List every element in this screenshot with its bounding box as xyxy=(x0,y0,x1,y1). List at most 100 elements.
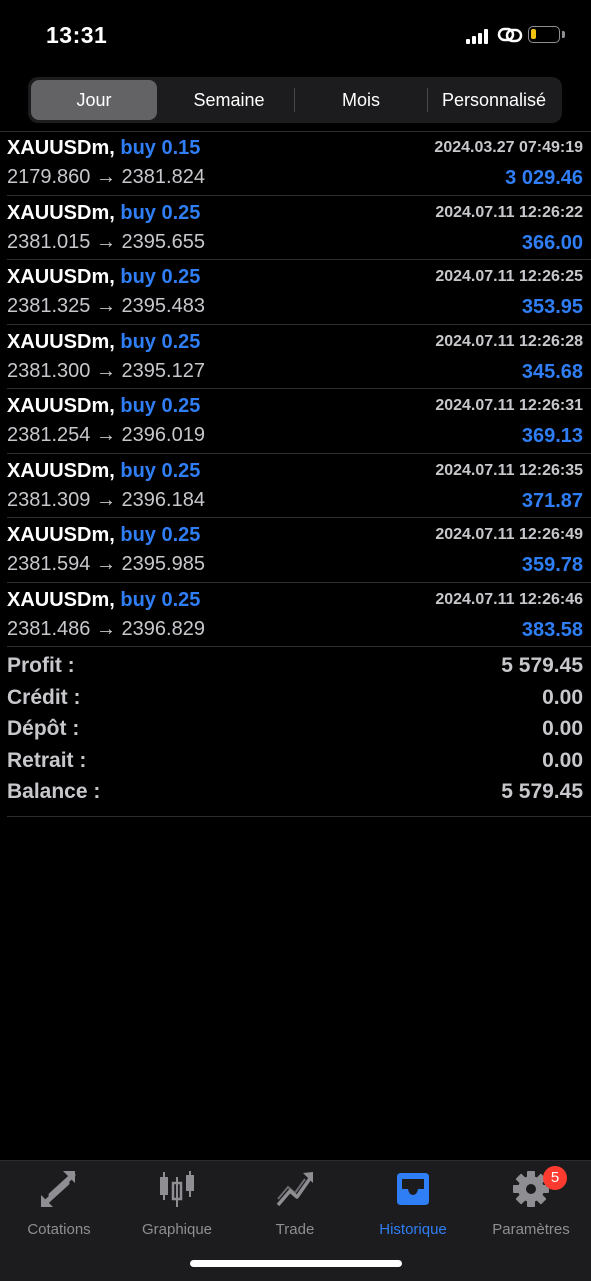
segment-divider xyxy=(427,88,428,112)
trade-prices: 2381.486 → 2396.829 xyxy=(7,617,205,640)
summary-label: Retrait : xyxy=(7,748,87,772)
period-segmented-control: Jour Semaine Mois Personnalisé xyxy=(28,77,562,123)
summary-label: Profit : xyxy=(7,654,75,677)
trade-title: XAUUSDm, buy 0.25 xyxy=(7,460,200,483)
trade-direction: buy xyxy=(120,330,156,353)
summary-value: 0.00 xyxy=(542,717,583,740)
trade-row[interactable]: XAUUSDm, buy 0.25 2381.325 → 2395.483 20… xyxy=(7,260,591,325)
trade-symbol: XAUUSDm, xyxy=(7,137,115,159)
trade-row[interactable]: XAUUSDm, buy 0.25 2381.309 → 2396.184 20… xyxy=(7,454,591,518)
trade-volume: 0.25 xyxy=(161,524,201,546)
tab-label: Historique xyxy=(379,1221,447,1238)
trade-volume: 0.15 xyxy=(161,137,201,159)
trade-symbol: XAUUSDm, xyxy=(7,395,115,417)
trade-profit: 345.68 xyxy=(521,360,583,383)
tab-trade[interactable]: Trade xyxy=(236,1169,354,1239)
link-icon xyxy=(497,27,523,43)
trade-profit: 353.95 xyxy=(521,296,583,318)
trade-history-list: XAUUSDm, buy 0.15 2179.860 → 2381.824 20… xyxy=(0,131,591,647)
trade-row[interactable]: XAUUSDm, buy 0.25 2381.254 → 2396.019 20… xyxy=(7,389,591,454)
trade-title: XAUUSDm, buy 0.25 xyxy=(7,266,200,289)
trade-volume: 0.25 xyxy=(161,459,201,482)
summary-credit: Crédit : 0.00 xyxy=(7,686,583,718)
summary-value: 5 579.45 xyxy=(501,654,583,677)
trade-title: XAUUSDm, buy 0.15 xyxy=(7,137,200,160)
segment-divider xyxy=(294,88,295,112)
summary-label: Dépôt : xyxy=(7,717,80,740)
summary-label: Balance : xyxy=(7,780,101,803)
trade-profit: 366.00 xyxy=(521,231,583,254)
trade-direction: buy xyxy=(120,266,156,288)
summary-divider xyxy=(7,816,591,817)
tab-label: Paramètres xyxy=(492,1221,570,1238)
tab-parametres[interactable]: Paramètres xyxy=(472,1169,590,1239)
trade-prices: 2381.594 → 2395.985 xyxy=(7,553,205,575)
tab-label: Trade xyxy=(275,1221,315,1238)
trade-prices: 2381.300 → 2395.127 xyxy=(7,359,205,382)
trade-symbol: XAUUSDm, xyxy=(7,330,115,353)
trade-direction: buy xyxy=(120,459,156,482)
trade-datetime: 2024.07.11 12:26:49 xyxy=(435,526,583,543)
trade-title: XAUUSDm, buy 0.25 xyxy=(7,589,200,612)
segment-personnalise[interactable]: Personnalisé xyxy=(429,80,559,120)
summary-deposit: Dépôt : 0.00 xyxy=(7,717,583,749)
trade-row[interactable]: XAUUSDm, buy 0.25 2381.594 → 2395.985 20… xyxy=(7,518,591,583)
summary-value: 0.00 xyxy=(542,685,583,709)
battery-icon xyxy=(528,26,560,43)
trade-symbol: XAUUSDm, xyxy=(7,201,115,224)
trade-profit: 369.13 xyxy=(521,425,583,447)
trade-direction: buy xyxy=(120,137,156,159)
status-bar: 13:31 xyxy=(0,0,591,70)
trade-volume: 0.25 xyxy=(161,588,201,611)
trade-row[interactable]: XAUUSDm, buy 0.25 2381.015 → 2395.655 20… xyxy=(7,196,591,260)
notification-badge: 5 xyxy=(543,1166,567,1190)
trade-profit: 383.58 xyxy=(521,618,583,641)
trade-volume: 0.25 xyxy=(161,266,201,288)
trade-profit: 3 029.46 xyxy=(505,167,583,189)
trade-datetime: 2024.07.11 12:26:35 xyxy=(435,461,583,479)
trade-symbol: XAUUSDm, xyxy=(7,588,115,611)
trade-row[interactable]: XAUUSDm, buy 0.15 2179.860 → 2381.824 20… xyxy=(7,131,591,196)
trade-datetime: 2024.07.11 12:26:28 xyxy=(435,332,583,350)
tab-label: Graphique xyxy=(141,1221,213,1238)
trade-volume: 0.25 xyxy=(161,201,201,224)
trade-profit: 359.78 xyxy=(521,554,583,576)
trade-row[interactable]: XAUUSDm, buy 0.25 2381.300 → 2395.127 20… xyxy=(7,325,591,389)
trade-datetime: 2024.07.11 12:26:46 xyxy=(435,590,583,608)
trade-symbol: XAUUSDm, xyxy=(7,266,115,288)
cellular-signal-icon xyxy=(466,28,492,44)
segment-semaine[interactable]: Semaine xyxy=(164,80,294,120)
battery-tip xyxy=(562,31,565,38)
trade-direction: buy xyxy=(120,201,156,224)
summary-value: 5 579.45 xyxy=(501,780,583,803)
trade-datetime: 2024.03.27 07:49:19 xyxy=(434,139,583,156)
tab-cotations[interactable]: Cotations xyxy=(0,1169,118,1239)
summary-withdrawal: Retrait : 0.00 xyxy=(7,749,583,781)
trade-datetime: 2024.07.11 12:26:31 xyxy=(435,397,583,414)
summary-balance: Balance : 5 579.45 xyxy=(7,780,583,812)
status-time: 13:31 xyxy=(46,22,108,48)
summary-label: Crédit : xyxy=(7,685,81,709)
tab-label: Cotations xyxy=(27,1221,91,1238)
trade-title: XAUUSDm, buy 0.25 xyxy=(7,202,200,225)
segment-mois[interactable]: Mois xyxy=(296,80,426,120)
trade-title: XAUUSDm, buy 0.25 xyxy=(7,331,200,354)
trade-direction: buy xyxy=(120,395,156,417)
arrows-icon xyxy=(41,1171,76,1207)
trade-prices: 2381.254 → 2396.019 xyxy=(7,424,205,446)
trade-direction: buy xyxy=(120,588,156,611)
candlestick-icon xyxy=(160,1171,194,1207)
home-indicator[interactable] xyxy=(190,1260,402,1267)
tab-historique[interactable]: Historique xyxy=(354,1169,472,1239)
segment-jour[interactable]: Jour xyxy=(31,80,157,120)
trade-row[interactable]: XAUUSDm, buy 0.25 2381.486 → 2396.829 20… xyxy=(7,583,591,647)
summary-value: 0.00 xyxy=(542,748,583,772)
trade-prices: 2381.309 → 2396.184 xyxy=(7,488,205,511)
trade-symbol: XAUUSDm, xyxy=(7,524,115,546)
trade-datetime: 2024.07.11 12:26:25 xyxy=(435,268,583,285)
trade-title: XAUUSDm, buy 0.25 xyxy=(7,395,200,418)
trade-volume: 0.25 xyxy=(161,395,201,417)
trade-symbol: XAUUSDm, xyxy=(7,459,115,482)
trade-prices: 2179.860 → 2381.824 xyxy=(7,166,205,188)
tab-graphique[interactable]: Graphique xyxy=(118,1169,236,1239)
